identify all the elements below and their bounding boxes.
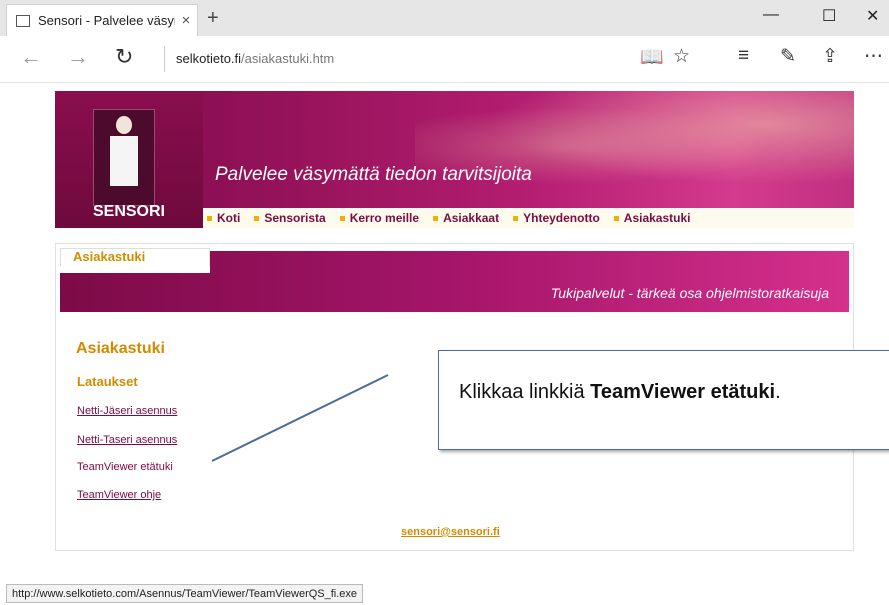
nav-item-asiakkaat[interactable]: Asiakkaat — [433, 211, 499, 225]
address-bar: ← → ↻ selkotieto.fi/asiakastuki.htm 📖 ☆ … — [0, 36, 889, 83]
page-heading: Asiakastuki — [76, 340, 165, 357]
url-domain: selkotieto.fi — [176, 51, 242, 66]
refresh-icon[interactable]: ↻ — [115, 44, 133, 70]
nav-item-koti[interactable]: Koti — [207, 211, 240, 225]
favorite-icon[interactable]: ☆ — [673, 45, 690, 68]
nav-item-kerro-meille[interactable]: Kerro meille — [339, 211, 419, 225]
link-netti-taseri[interactable]: Netti-Taseri asennus — [77, 434, 177, 446]
more-icon[interactable]: ⋯ — [864, 45, 883, 68]
callout-text: Klikkaa linkkiä TeamViewer etätuki. — [459, 381, 781, 403]
logo-text: SENSORI — [92, 203, 165, 220]
reading-view-icon[interactable]: 📖 — [640, 45, 664, 69]
site-banner: SENSORI Palvelee väsymättä tiedon tarvit… — [55, 91, 854, 228]
share-icon[interactable]: ⇪ — [822, 45, 838, 68]
slogan: Palvelee väsymättä tiedon tarvitsijoita — [215, 164, 532, 185]
browser-tab-bar: Sensori - Palvelee väsym × + — ☐ ✕ — [0, 0, 889, 36]
site-nav: Koti Sensorista Kerro meille Asiakkaat Y… — [203, 208, 854, 228]
link-teamviewer-etatuki[interactable]: TeamViewer etätuki — [77, 461, 173, 473]
nav-item-sensorista[interactable]: Sensorista — [254, 211, 326, 225]
email-link[interactable]: sensori@sensori.fi — [401, 526, 500, 538]
new-tab-icon[interactable]: + — [207, 7, 219, 30]
back-icon[interactable]: ← — [20, 44, 42, 70]
browser-tab[interactable]: Sensori - Palvelee väsym × — [6, 4, 198, 36]
link-teamviewer-ohje[interactable]: TeamViewer ohje — [77, 489, 161, 501]
page-content: SENSORI Palvelee väsymättä tiedon tarvit… — [0, 83, 889, 605]
minimize-icon[interactable]: — — [763, 6, 779, 24]
section-subtitle: Tukipalvelut - tärkeä osa ohjelmistoratk… — [550, 285, 829, 301]
close-tab-icon[interactable]: × — [175, 12, 197, 29]
link-netti-jaseri[interactable]: Netti-Jäseri asennus — [77, 405, 177, 417]
downloads-heading: Lataukset — [77, 374, 138, 389]
logo-figure-icon — [93, 109, 155, 206]
hub-icon[interactable]: ≡ — [738, 45, 749, 67]
nav-item-yhteydenotto[interactable]: Yhteydenotto — [513, 211, 600, 225]
instruction-callout: Klikkaa linkkiä TeamViewer etätuki. — [438, 350, 889, 450]
site-logo[interactable]: SENSORI — [55, 91, 203, 228]
divider — [164, 46, 165, 72]
section-tab-label: Asiakastuki — [60, 248, 210, 266]
url-path: /asiakastuki.htm — [241, 51, 335, 66]
maximize-icon[interactable]: ☐ — [822, 6, 836, 26]
web-note-icon[interactable]: ✎ — [780, 45, 796, 68]
url-field[interactable]: selkotieto.fi/asiakastuki.htm — [176, 51, 334, 66]
page-icon — [16, 14, 30, 27]
forward-icon[interactable]: → — [67, 44, 89, 70]
nav-item-asiakastuki[interactable]: Asiakastuki — [613, 211, 690, 225]
window-close-icon[interactable]: ✕ — [866, 6, 879, 26]
tab-title: Sensori - Palvelee väsym — [38, 13, 175, 28]
status-bar-url: http://www.selkotieto.com/Asennus/TeamVi… — [6, 584, 364, 603]
